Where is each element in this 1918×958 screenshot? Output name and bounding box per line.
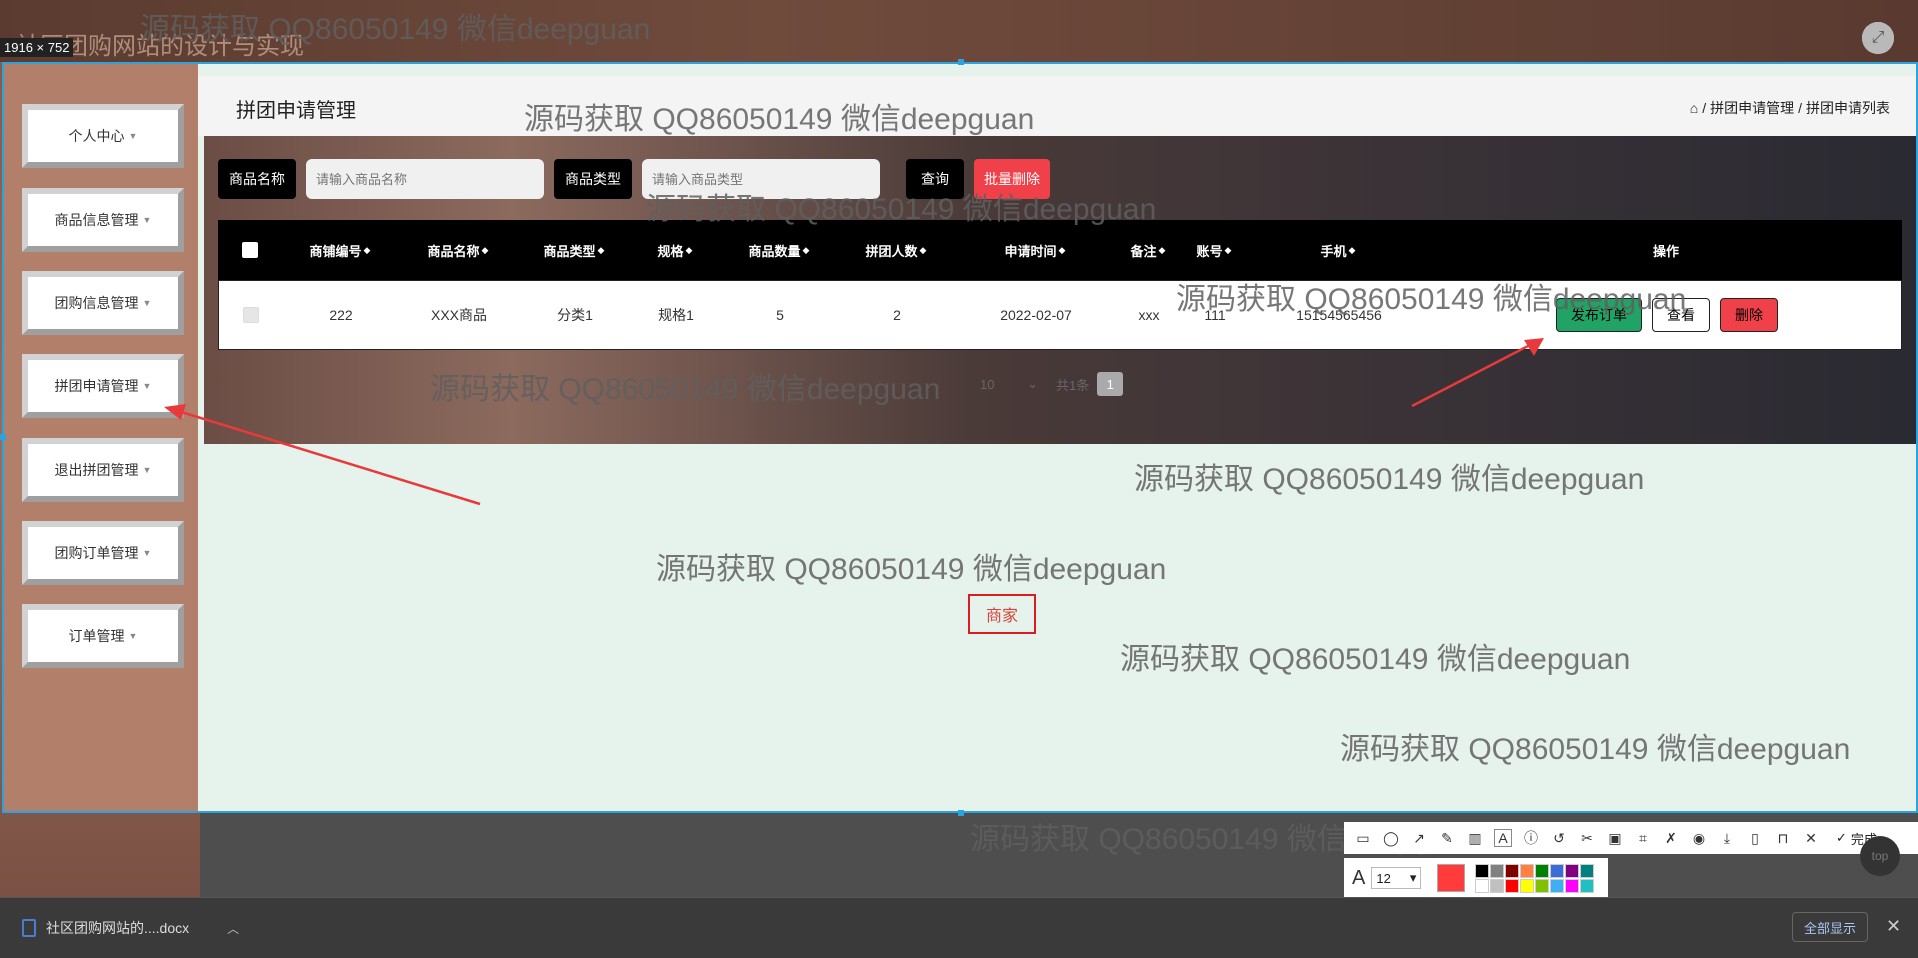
- color-swatch[interactable]: [1580, 863, 1595, 878]
- ocr-icon[interactable]: ▣: [1606, 829, 1624, 847]
- ellipse-tool-icon[interactable]: ◯: [1382, 829, 1400, 847]
- close-downloads-icon[interactable]: ✕: [1886, 916, 1901, 937]
- phone-icon[interactable]: ▯: [1746, 829, 1764, 847]
- color-swatch[interactable]: [1490, 863, 1505, 878]
- color-swatch[interactable]: [1490, 878, 1505, 893]
- capture-selection-frame[interactable]: [2, 62, 1918, 813]
- chevron-up-icon[interactable]: ︿: [227, 920, 239, 937]
- number-tool-icon[interactable]: ⓘ: [1522, 829, 1540, 847]
- color-swatch[interactable]: [1475, 863, 1490, 878]
- marker-tool-icon[interactable]: ▥: [1466, 829, 1484, 847]
- resize-handle[interactable]: [0, 434, 6, 440]
- download-file-name: 社区团购网站的....docx: [46, 920, 190, 936]
- current-color-swatch[interactable]: [1437, 864, 1466, 892]
- undo-icon[interactable]: ↺: [1550, 829, 1568, 847]
- docx-file-icon: [22, 919, 36, 937]
- watermark: 源码获取 QQ86050149 微信deepguan: [140, 13, 651, 46]
- font-icon: A: [1352, 866, 1366, 889]
- arrow-tool-icon[interactable]: ↗: [1410, 829, 1428, 847]
- color-swatch[interactable]: [1550, 863, 1565, 878]
- color-swatch[interactable]: [1550, 878, 1565, 893]
- capture-size-label: 1916 × 752: [0, 38, 74, 57]
- color-swatch[interactable]: [1505, 878, 1520, 893]
- color-swatch[interactable]: [1565, 863, 1580, 878]
- pin-icon[interactable]: ✗: [1662, 829, 1680, 847]
- text-tool-icon[interactable]: A: [1494, 829, 1512, 847]
- downloads-bar: 社区团购网站的....docx ︿ 全部显示 ✕: [0, 897, 1918, 958]
- color-swatch[interactable]: [1565, 878, 1580, 893]
- bookmark-icon[interactable]: ⊓: [1774, 829, 1792, 847]
- color-swatch[interactable]: [1535, 878, 1550, 893]
- color-palette: [1475, 863, 1595, 893]
- check-icon: ✓: [1836, 830, 1847, 845]
- download-icon[interactable]: ⤓: [1718, 829, 1736, 847]
- color-swatch[interactable]: [1520, 878, 1535, 893]
- resize-handle[interactable]: [958, 810, 964, 816]
- color-swatch[interactable]: [1520, 863, 1535, 878]
- text-properties-panel: A 12 ▾: [1344, 858, 1608, 898]
- mosaic-tool-icon[interactable]: ✂: [1578, 829, 1596, 847]
- color-swatch[interactable]: [1580, 878, 1595, 893]
- resize-handle[interactable]: [958, 59, 964, 65]
- color-swatch[interactable]: [1535, 863, 1550, 878]
- font-size-select[interactable]: 12 ▾: [1371, 867, 1422, 889]
- show-all-downloads-button[interactable]: 全部显示: [1792, 912, 1868, 942]
- pen-tool-icon[interactable]: ✎: [1438, 829, 1456, 847]
- color-swatch[interactable]: [1475, 878, 1490, 893]
- back-to-top-button[interactable]: top: [1860, 836, 1900, 876]
- color-swatch[interactable]: [1505, 863, 1520, 878]
- download-item[interactable]: 社区团购网站的....docx ︿: [22, 918, 239, 938]
- rectangle-tool-icon[interactable]: ▭: [1354, 829, 1372, 847]
- close-icon[interactable]: ✕: [1802, 829, 1820, 847]
- annotation-toolbar: ▭ ◯ ↗ ✎ ▥ A ⓘ ↺ ✂ ▣ ⌗ ✗ ◉ ⤓ ▯ ⊓ ✕ ✓ 完成: [1344, 822, 1918, 854]
- crop-icon[interactable]: ⌗: [1634, 829, 1652, 847]
- record-icon[interactable]: ◉: [1690, 829, 1708, 847]
